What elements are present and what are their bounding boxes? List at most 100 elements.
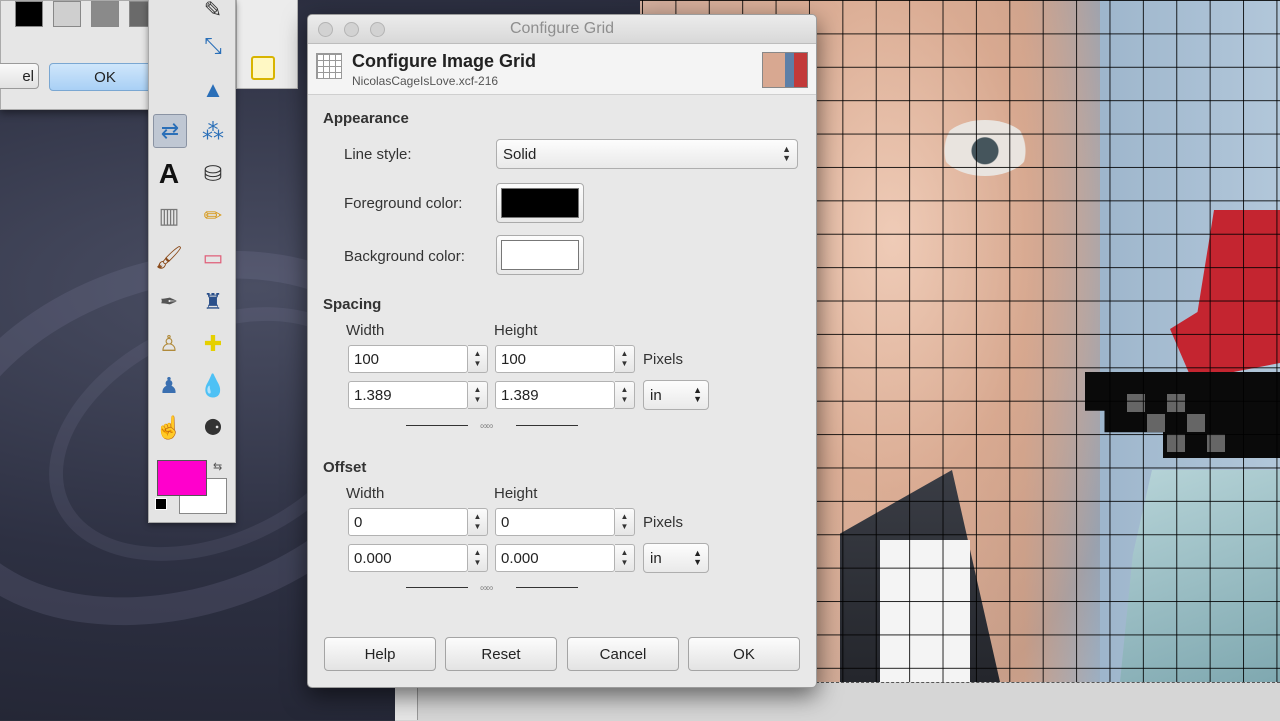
bg-cancel-label: el (22, 67, 34, 85)
pencil-tool-icon[interactable]: ✏ (197, 200, 229, 232)
background-color-button[interactable] (496, 235, 584, 275)
spinner-arrows-icon[interactable]: ▲ ▼ (615, 345, 635, 373)
reset-label: Reset (481, 645, 521, 663)
flip-tool-icon[interactable]: ⇄ (153, 114, 187, 148)
image-thumbnail (762, 52, 808, 88)
reset-button[interactable]: Reset (445, 637, 557, 671)
text-tool-glyph: A (158, 158, 180, 189)
spacing-width-label: Width (346, 322, 385, 339)
offset-width-label: Width (346, 485, 385, 502)
help-label: Help (364, 645, 396, 663)
toolbox: ✎ ⤡ ▲ ⇄ ⁂ A ⛁ ▥ ✏ 🖌 ▭ ✒ ♜ ♙ ✚ ♟ 💧 ☝ ⚈ ⇆ (148, 0, 236, 523)
clone-tool-icon[interactable]: ♙ (153, 328, 185, 360)
paths-tool-icon[interactable]: ✎ (197, 0, 229, 26)
offset-height-px-field[interactable]: 0 (495, 508, 615, 536)
offset-chain-link-icon[interactable]: ∞∞ (406, 583, 578, 595)
offset-width-in-spinner[interactable]: 0.000 ▲ ▼ (348, 544, 488, 572)
offset-height-px-spinner[interactable]: 0 ▲ ▼ (495, 508, 635, 536)
spinner-arrows-icon[interactable]: ▲ ▼ (468, 544, 488, 572)
dialog-titlebar[interactable]: Configure Grid (308, 15, 816, 44)
swatch-gray[interactable] (91, 1, 119, 27)
spinner-arrows-icon[interactable]: ▲ ▼ (615, 544, 635, 572)
smudge-tool-icon[interactable]: ☝ (153, 412, 185, 444)
paintbrush-icon[interactable]: 🖌 (153, 242, 185, 274)
chain-line (406, 425, 468, 426)
chain-glyph: ∞∞ (480, 583, 493, 594)
spinner-arrows-icon[interactable]: ▲ ▼ (468, 508, 488, 536)
background-color-label: Background color: (344, 248, 465, 265)
chain-line (516, 425, 578, 426)
bg-ok-button[interactable]: OK (49, 63, 161, 91)
foreground-color-swatch-preview (501, 188, 579, 218)
chain-line (516, 587, 578, 588)
perspective-clone-icon[interactable]: ♟ (153, 370, 185, 402)
offset-unit-value: in (650, 549, 662, 567)
spinner-arrows-icon[interactable]: ▲ ▼ (615, 508, 635, 536)
foreground-color-button[interactable] (496, 183, 584, 223)
offset-width-in-field[interactable]: 0.000 (348, 544, 468, 572)
spacing-width-px-field[interactable]: 100 (348, 345, 468, 373)
spacing-height-px-field[interactable]: 100 (495, 345, 615, 373)
perspective-tool-icon[interactable]: ▲ (197, 74, 229, 106)
window-title: Configure Grid (509, 20, 615, 37)
tool-preset-icon[interactable] (251, 56, 275, 80)
default-colors-icon[interactable] (155, 498, 167, 510)
foreground-color-swatch[interactable] (157, 460, 207, 496)
dodge-burn-icon[interactable]: ⚈ (197, 412, 229, 444)
select-arrows-icon: ▲ ▼ (693, 385, 702, 404)
spinner-arrows-icon[interactable]: ▲ ▼ (468, 381, 488, 409)
spacing-unit-select[interactable]: in ▲ ▼ (643, 380, 709, 410)
heal-tool-icon[interactable]: ✚ (197, 328, 229, 360)
text-tool-icon[interactable]: A (153, 158, 185, 190)
swatch-black[interactable] (15, 1, 43, 27)
ok-button[interactable]: OK (688, 637, 800, 671)
spacing-height-px-spinner[interactable]: 100 ▲ ▼ (495, 345, 635, 373)
chain-line (406, 587, 468, 588)
grid-icon (316, 53, 342, 79)
blend-tool-icon[interactable]: ▥ (153, 200, 185, 232)
offset-height-in-spinner[interactable]: 0.000 ▲ ▼ (495, 544, 635, 572)
offset-heading: Offset (323, 459, 367, 476)
spinner-arrows-icon[interactable]: ▲ ▼ (468, 345, 488, 373)
appearance-heading: Appearance (323, 110, 409, 127)
bg-ok-label: OK (94, 68, 116, 86)
scale-tool-icon[interactable]: ⤡ (197, 30, 229, 62)
spacing-pixels-unit: Pixels (643, 351, 684, 368)
offset-width-px-spinner[interactable]: 0 ▲ ▼ (348, 508, 488, 536)
cage-transform-icon[interactable]: ⁂ (197, 116, 229, 148)
tool-strip (236, 0, 298, 89)
spacing-height-in-field[interactable]: 1.389 (495, 381, 615, 409)
background-color-swatch-preview (501, 240, 579, 270)
spacing-chain-link-icon[interactable]: ∞∞ (406, 421, 578, 433)
offset-unit-select[interactable]: in ▲ ▼ (643, 543, 709, 573)
line-style-select[interactable]: Solid ▲ ▼ (496, 139, 798, 169)
spacing-width-px-spinner[interactable]: 100 ▲ ▼ (348, 345, 488, 373)
configure-grid-dialog: Configure Grid Configure Image Grid Nico… (307, 14, 817, 688)
blur-tool-icon[interactable]: 💧 (197, 370, 229, 402)
spacing-unit-value: in (650, 386, 662, 404)
spacing-width-in-spinner[interactable]: 1.389 ▲ ▼ (348, 381, 488, 409)
image-name: NicolasCageIsLove.xcf-216 (352, 74, 499, 88)
chain-glyph: ∞∞ (480, 421, 493, 432)
foreground-color-label: Foreground color: (344, 195, 463, 212)
bg-cancel-button[interactable]: el (0, 63, 39, 89)
offset-height-in-field[interactable]: 0.000 (495, 544, 615, 572)
offset-width-px-field[interactable]: 0 (348, 508, 468, 536)
airbrush-icon[interactable]: ✒ (153, 286, 185, 318)
ink-tool-icon[interactable]: ♜ (197, 286, 229, 318)
swap-colors-icon[interactable]: ⇆ (213, 460, 222, 473)
line-style-value: Solid (503, 145, 537, 163)
spacing-height-in-spinner[interactable]: 1.389 ▲ ▼ (495, 381, 635, 409)
bucket-fill-icon[interactable]: ⛁ (197, 158, 229, 190)
spinner-arrows-icon[interactable]: ▲ ▼ (615, 381, 635, 409)
spacing-width-in-field[interactable]: 1.389 (348, 381, 468, 409)
line-style-label: Line style: (344, 146, 412, 163)
spacing-heading: Spacing (323, 296, 382, 313)
cancel-button[interactable]: Cancel (567, 637, 679, 671)
swatch-light-gray[interactable] (53, 1, 81, 27)
help-button[interactable]: Help (324, 637, 436, 671)
eraser-icon[interactable]: ▭ (197, 242, 229, 274)
offset-height-label: Height (494, 485, 538, 502)
select-arrows-icon: ▲ ▼ (782, 144, 791, 163)
offset-pixels-unit: Pixels (643, 514, 684, 531)
